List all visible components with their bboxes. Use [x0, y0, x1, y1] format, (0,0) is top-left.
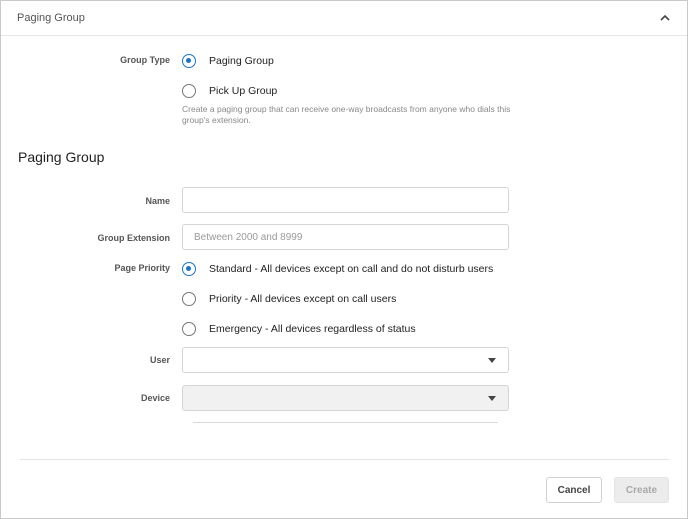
priority-priority-label[interactable]: Priority - All devices except on call us…	[209, 293, 396, 305]
footer-divider	[20, 459, 669, 460]
name-label: Name	[145, 196, 170, 206]
paging-group-panel: Paging Group Group Type Paging Group Pic…	[0, 0, 688, 519]
chevron-down-icon	[488, 396, 496, 401]
page-priority-label: Page Priority	[114, 263, 170, 273]
priority-emergency-label[interactable]: Emergency - All devices regardless of st…	[209, 323, 416, 335]
group-extension-field[interactable]	[182, 224, 509, 250]
panel-header[interactable]: Paging Group	[1, 1, 687, 36]
user-label: User	[149, 355, 170, 365]
user-select[interactable]	[182, 347, 509, 373]
panel-title: Paging Group	[17, 12, 85, 24]
device-label: Device	[140, 393, 170, 403]
name-field[interactable]	[182, 187, 509, 213]
group-type-pickup-label[interactable]: Pick Up Group	[209, 85, 277, 97]
group-extension-label: Group Extension	[97, 233, 170, 243]
group-type-label: Group Type	[120, 55, 170, 65]
priority-priority-radio[interactable]	[182, 292, 196, 306]
group-type-paging-label[interactable]: Paging Group	[209, 55, 274, 67]
priority-emergency-radio[interactable]	[182, 322, 196, 336]
chevron-up-icon[interactable]	[657, 9, 673, 25]
group-type-pickup-radio[interactable]	[182, 84, 196, 98]
divider	[193, 422, 498, 423]
chevron-down-icon	[488, 358, 496, 363]
group-type-helper-text: Create a paging group that can receive o…	[182, 104, 511, 125]
create-button[interactable]: Create	[614, 477, 669, 503]
group-type-paging-radio[interactable]	[182, 54, 196, 68]
cancel-button[interactable]: Cancel	[546, 477, 602, 503]
device-select[interactable]	[182, 385, 509, 411]
priority-standard-label[interactable]: Standard - All devices except on call an…	[209, 263, 493, 275]
priority-standard-radio[interactable]	[182, 262, 196, 276]
section-title: Paging Group	[18, 149, 105, 165]
